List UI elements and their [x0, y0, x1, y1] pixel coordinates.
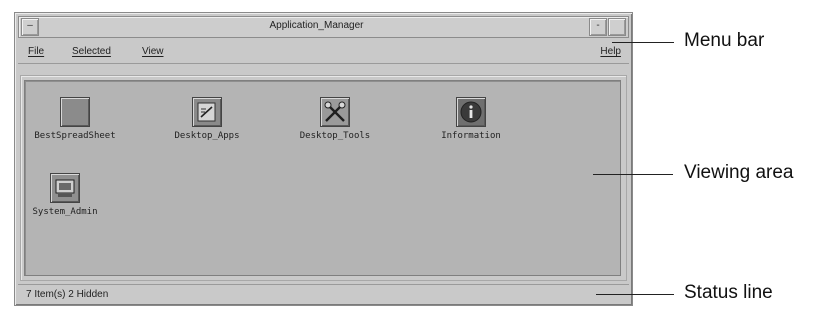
app-label: Desktop_Tools: [299, 131, 371, 141]
status-line: 7 Item(s) 2 Hidden: [18, 284, 629, 305]
menu-help[interactable]: Help: [600, 46, 621, 57]
menu-view[interactable]: View: [142, 46, 164, 57]
menu-bar: File Selected View Help: [18, 41, 629, 64]
window-menu-button[interactable]: –: [21, 18, 39, 36]
menu-selected[interactable]: Selected: [72, 46, 111, 57]
menu-bar-callout: Menu bar: [684, 30, 765, 51]
app-label: System_Admin: [32, 207, 98, 217]
viewing-area[interactable]: BestSpreadSheet Desktop_Apps Desktop_Too…: [24, 80, 621, 276]
app-label: Desktop_Apps: [174, 131, 240, 141]
app-item-bestspreadsheet[interactable]: BestSpreadSheet: [20, 97, 130, 141]
window-title: Application_Manager: [269, 20, 364, 31]
app-item-information[interactable]: Information: [416, 97, 526, 141]
application-manager-window: – Application_Manager - File Selected Vi…: [14, 12, 633, 306]
menu-file[interactable]: File: [28, 46, 44, 57]
menu-bar-leader-line: [612, 42, 674, 43]
status-text: 7 Item(s) 2 Hidden: [26, 289, 109, 300]
app-item-system-admin[interactable]: System_Admin: [10, 173, 120, 217]
information-icon: [456, 97, 486, 127]
status-line-callout: Status line: [684, 282, 773, 303]
app-item-desktop-tools[interactable]: Desktop_Tools: [280, 97, 390, 141]
app-item-desktop-apps[interactable]: Desktop_Apps: [152, 97, 262, 141]
viewing-area-leader-line: [593, 174, 673, 175]
system-admin-icon: [50, 173, 80, 203]
title-bar[interactable]: – Application_Manager -: [18, 16, 629, 38]
app-label: Information: [441, 131, 501, 141]
app-label: BestSpreadSheet: [34, 131, 116, 141]
status-line-leader-line: [596, 294, 674, 295]
desktop-tools-icon: [320, 97, 350, 127]
desktop-apps-icon: [192, 97, 222, 127]
viewing-area-callout: Viewing area: [684, 162, 794, 183]
spreadsheet-icon: [60, 97, 90, 127]
minimize-button[interactable]: -: [589, 18, 607, 36]
maximize-button[interactable]: [608, 18, 626, 36]
